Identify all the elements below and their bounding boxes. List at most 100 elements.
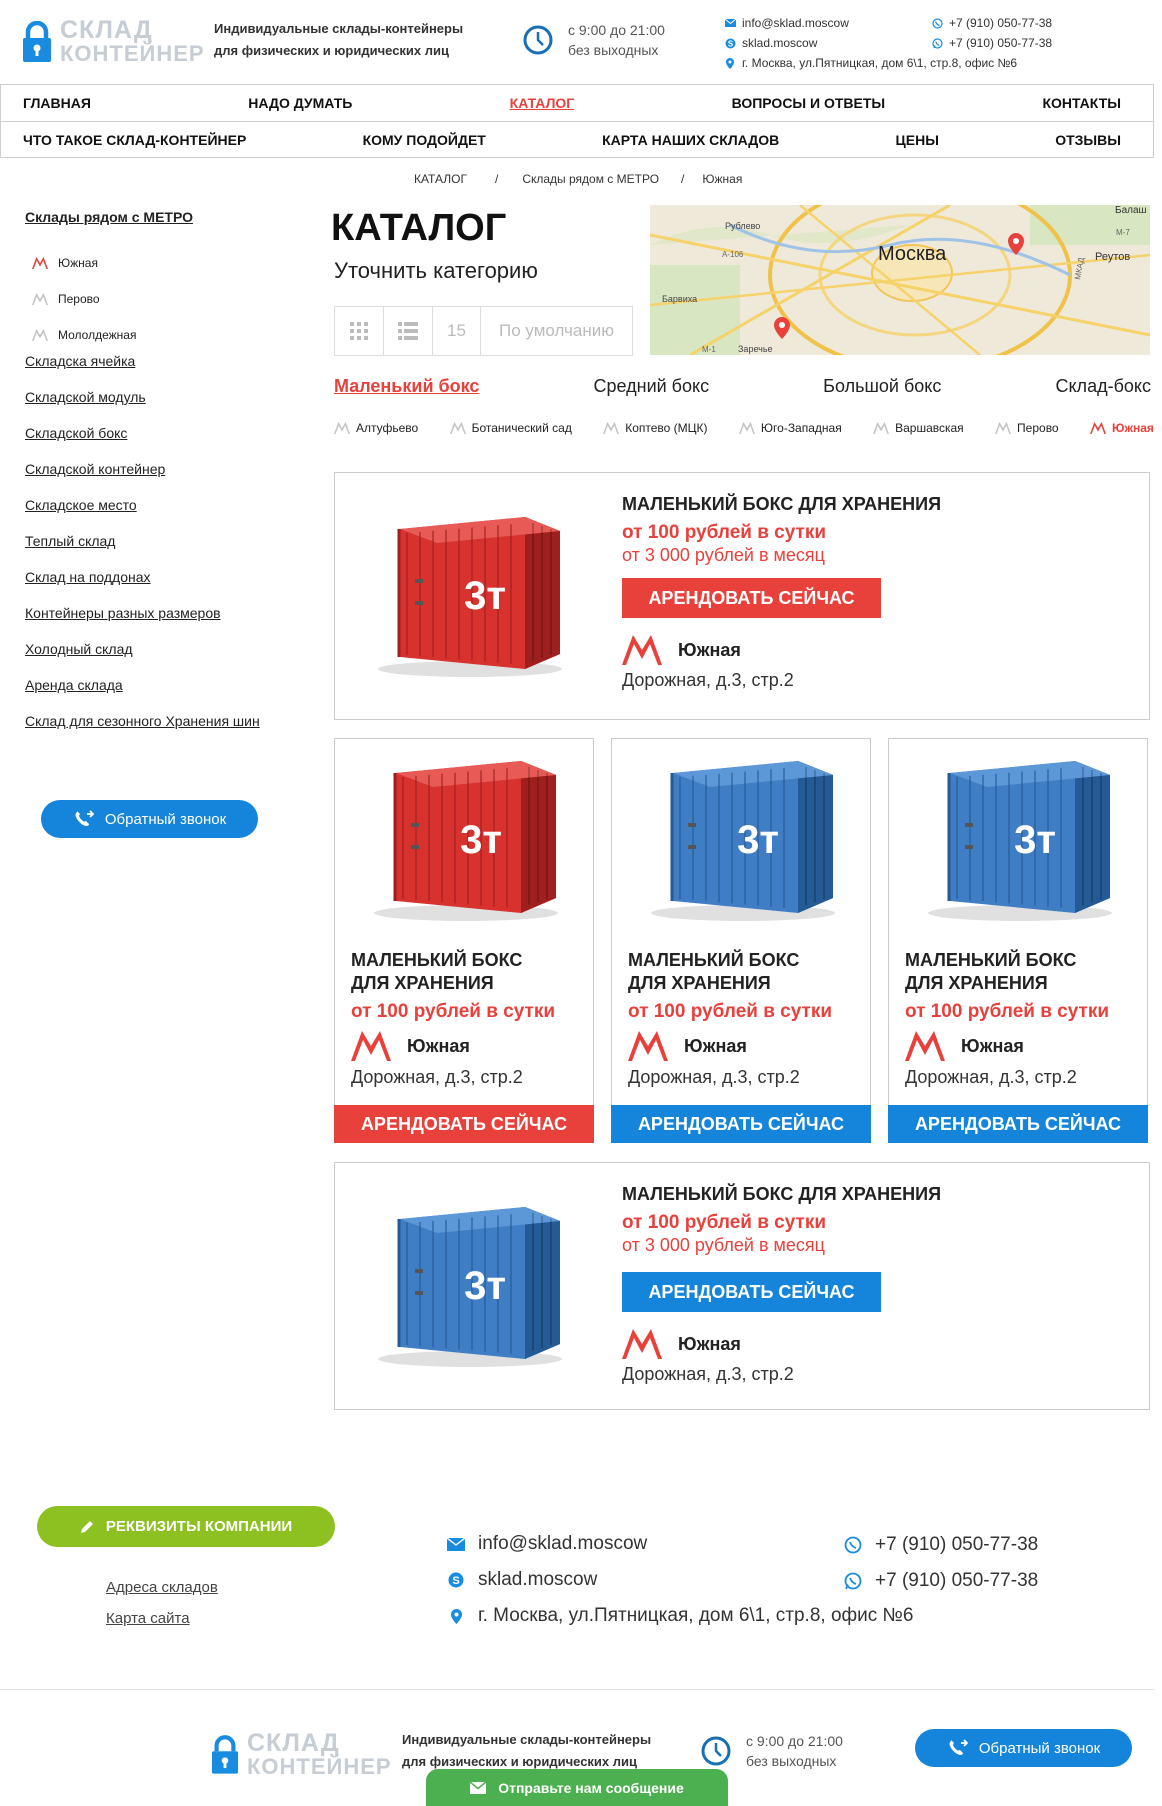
metro-icon [32,257,48,269]
metro-tab-label: Перово [1017,421,1059,435]
rent-now-label: АРЕНДОВАТЬ СЕЙЧАС [360,1113,568,1134]
clock-icon [701,1736,731,1766]
product-image[interactable]: 3т [375,1199,565,1369]
product-info: МАЛЕНЬКИЙ БОКС ДЛЯ ХРАНЕНИЯ от 100 рублей… [622,491,941,691]
product-card: 3т МАЛЕНЬКИЙ БОКС ДЛЯ ХРАНЕНИЯ от 100 рубл… [334,472,1150,720]
header-skype[interactable]: sklad.moscow [742,33,817,53]
sidebar-category-link[interactable]: Складска ячейка [25,353,305,389]
breadcrumb-metro[interactable]: Склады рядом с МЕТРО [522,172,659,186]
requisites-button[interactable]: РЕКВИЗИТЫ КОМПАНИИ [37,1506,335,1547]
size-tab[interactable]: Маленький бокс [334,376,479,397]
rent-now-button[interactable]: АРЕНДОВАТЬ СЕЙЧАС [622,578,881,618]
sidebar-metro-item[interactable]: Перово [25,281,305,317]
header-tagline: Индивидуальные склады-контейнеры для физ… [214,18,463,62]
sidebar-category-link[interactable]: Холодный склад [25,641,305,677]
product-title[interactable]: МАЛЕНЬКИЙ БОКС ДЛЯ ХРАНЕНИЯ [622,1184,941,1205]
sidebar-metro-label: Перово [58,292,100,306]
nav-item[interactable]: ВОПРОСЫ И ОТВЕТЫ [732,95,886,111]
product-image[interactable]: 3т [375,509,565,679]
nav-item[interactable]: ЧТО ТАКОЕ СКЛАД-КОНТЕЙНЕР [23,132,246,148]
footer-link-sitemap[interactable]: Карта сайта [106,1610,190,1627]
message-widget[interactable]: Отправьте нам сообщение [426,1769,728,1806]
rent-now-button[interactable]: АРЕНДОВАТЬ СЕЙЧАС [888,1105,1148,1143]
nav-item[interactable]: КОМУ ПОДОЙДЕТ [363,132,486,148]
nav-item[interactable]: КОНТАКТЫ [1042,95,1120,111]
sidebar-category-link[interactable]: Контейнеры разных размеров [25,605,305,641]
breadcrumb-catalog[interactable]: КАТАЛОГ [414,172,467,186]
list-view-button[interactable] [384,307,433,355]
nav-item[interactable]: ГЛАВНАЯ [23,95,91,111]
sidebar-category-link[interactable]: Складское место [25,497,305,533]
sidebar-category-link[interactable]: Складской контейнер [25,461,305,497]
map-widget[interactable]: Москва Балаш Рублево Реутов Барвиха Заре… [650,205,1150,355]
sidebar-category-link[interactable]: Склад на поддонах [25,569,305,605]
footer-logo-line2: КОНТЕЙНЕР [247,1754,392,1779]
viber-icon [931,17,943,29]
rent-now-button[interactable]: АРЕНДОВАТЬ СЕЙЧАС [334,1105,594,1143]
metro-tab[interactable]: Варшавская [873,421,964,435]
footer-link-warehouses[interactable]: Адреса складов [106,1579,218,1596]
footer-logo[interactable]: СКЛАД КОНТЕЙНЕР [211,1731,392,1779]
metro-tab[interactable]: Перово [995,421,1059,435]
footer-skype[interactable]: sklad.moscow [478,1569,597,1591]
metro-tab[interactable]: Коптево (МЦК) [603,421,708,435]
size-tab[interactable]: Склад-бокс [1055,376,1150,397]
product-title-line: МАЛЕНЬКИЙ БОКС [351,950,523,970]
requisites-label: РЕКВИЗИТЫ КОМПАНИИ [105,1518,293,1535]
product-address: Дорожная, д.3, стр.2 [628,1067,800,1087]
map-label: Заречье [738,344,773,354]
logo-line1: СКЛАД [60,16,153,44]
per-page-select[interactable]: 15 [433,307,481,355]
size-tab[interactable]: Средний бокс [594,376,710,397]
callback-button[interactable]: Обратный звонок [41,800,258,838]
nav-item[interactable]: ЦЕНЫ [896,132,939,148]
sidebar-category-link[interactable]: Аренда склада [25,677,305,713]
product-title[interactable]: МАЛЕНЬКИЙ БОКС ДЛЯ ХРАНЕНИЯ [905,949,1135,995]
footer-email[interactable]: info@sklad.moscow [478,1533,647,1555]
metro-tab[interactable]: Алтуфьево [334,421,418,435]
sidebar-category-link[interactable]: Складской бокс [25,425,305,461]
site-header: СКЛАД КОНТЕЙНЕР Индивидуальные склады-ко… [0,0,1162,84]
metro-tab[interactable]: Южная [1089,421,1154,435]
product-image[interactable]: 3т [648,753,838,923]
sidebar-category-link[interactable]: Складской модуль [25,389,305,425]
product-image[interactable]: 3т [925,753,1115,923]
footer-logo-line1: СКЛАД [247,1729,340,1757]
rent-now-button[interactable]: АРЕНДОВАТЬ СЕЙЧАС [622,1272,881,1312]
metro-tab-label: Алтуфьево [356,421,419,435]
site-logo[interactable]: СКЛАД КОНТЕЙНЕР [22,18,205,66]
metro-filter-tabs: Алтуфьево Ботанический сад Коптево (МЦК) Юг… [334,421,1154,435]
metro-tab[interactable]: Юго-Западная [738,421,842,435]
footer-phone-whatsapp[interactable]: +7 (910) 050-77-38 [875,1570,1038,1592]
size-tab[interactable]: Большой бокс [823,376,941,397]
sidebar-metro-item[interactable]: Мололдежная [25,317,305,353]
sidebar-metro-item[interactable]: Южная [25,245,305,281]
rent-now-label: АРЕНДОВАТЬ СЕЙЧАС [648,1281,855,1302]
header-phone-whatsapp[interactable]: +7 (910) 050-77-38 [949,33,1052,53]
product-title[interactable]: МАЛЕНЬКИЙ БОКС ДЛЯ ХРАНЕНИЯ [351,949,581,995]
product-title[interactable]: МАЛЕНЬКИЙ БОКС ДЛЯ ХРАНЕНИЯ [628,949,858,995]
rent-now-button[interactable]: АРЕНДОВАТЬ СЕЙЧАС [611,1105,871,1143]
footer-callback-button[interactable]: Обратный звонок [915,1729,1132,1767]
nav-item[interactable]: КАРТА НАШИХ СКЛАДОВ [602,132,779,148]
header-phone-viber[interactable]: +7 (910) 050-77-38 [949,13,1052,33]
sidebar-metro-heading[interactable]: Склады рядом с МЕТРО [25,209,305,245]
blue-container-image: 3т [378,1207,562,1367]
metro-tab-label: Коптево (МЦК) [625,421,708,435]
footer-phone-viber[interactable]: +7 (910) 050-77-38 [875,1534,1038,1556]
metro-tab[interactable]: Ботанический сад [449,421,572,435]
nav-item[interactable]: НАДО ДУМАТЬ [248,95,352,111]
sort-select[interactable]: По умолчанию [481,307,632,355]
footer-working-hours: с 9:00 до 21:00 без выходных [700,1731,843,1771]
nav-item[interactable]: КАТАЛОГ [510,95,575,111]
header-email[interactable]: info@sklad.moscow [742,13,849,33]
sidebar-category-link[interactable]: Склад для сезонного Хранения шин [25,713,305,749]
product-title[interactable]: МАЛЕНЬКИЙ БОКС ДЛЯ ХРАНЕНИЯ [622,494,941,515]
grid-view-button[interactable] [335,307,384,355]
sidebar-category-link[interactable]: Теплый склад [25,533,305,569]
nav-item[interactable]: ОТЗЫВЫ [1055,132,1121,148]
product-image[interactable]: 3т [371,753,561,923]
lock-icon [211,1735,239,1774]
nav-row-primary: ГЛАВНАЯ НАДО ДУМАТЬ КАТАЛОГ ВОПРОСЫ И ОТВЕТ… [1,85,1153,121]
product-price-day: от 100 рублей в сутки [351,1001,556,1022]
